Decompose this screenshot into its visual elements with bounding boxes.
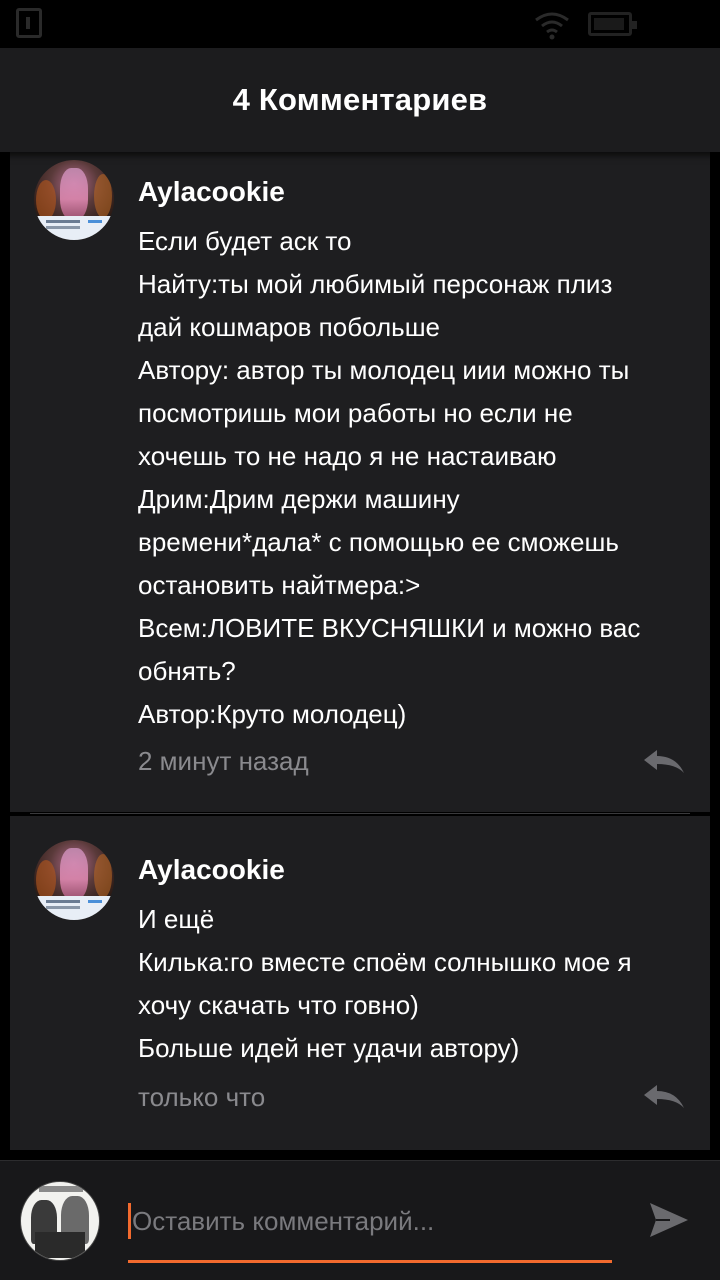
comment-line: Если будет аск то — [138, 226, 352, 256]
comment-line: посмотришь мои работы но если не — [138, 398, 573, 428]
current-user-avatar[interactable] — [20, 1181, 100, 1261]
comment-line: хочу скачать что говно) — [138, 990, 419, 1020]
comment-line: Всем:ЛОВИТЕ ВКУСНЯШКИ и можно вас — [138, 613, 641, 643]
comment-text: Если будет аск то Найту:ты мой любимый п… — [138, 220, 698, 736]
comment-divider — [30, 813, 690, 814]
battery-icon — [588, 12, 637, 36]
send-icon[interactable] — [648, 1201, 690, 1239]
avatar[interactable] — [34, 160, 114, 240]
comment-line: Дрим:Дрим держи машину — [138, 484, 460, 514]
comment-timestamp: 2 минут назад — [138, 746, 309, 776]
comment-line: Автор:Круто молодец) — [138, 699, 407, 729]
comment-line: обнять? — [138, 656, 236, 686]
comment-card: Aylacookie Если будет аск то Найту:ты мо… — [10, 152, 710, 812]
comment-line: хочешь то не надо я не настаиваю — [138, 441, 557, 471]
comment-author[interactable]: Aylacookie — [138, 854, 285, 886]
comment-text: И ещё Килька:го вместе споём солнышко мо… — [138, 898, 698, 1070]
wifi-icon — [535, 12, 569, 40]
comment-timestamp: только что — [138, 1082, 266, 1112]
comment-line: Найту:ты мой любимый персонаж плиз — [138, 269, 613, 299]
page-title: 4 Комментариев — [232, 82, 488, 117]
comment-composer — [0, 1160, 720, 1280]
comment-input-wrapper[interactable] — [128, 1193, 612, 1263]
comment-line: Килька:го вместе споём солнышко мое я — [138, 947, 632, 977]
comment-line: И ещё — [138, 904, 215, 934]
reply-arrow-icon[interactable] — [642, 1084, 686, 1110]
comment-card: Aylacookie И ещё Килька:го вместе споём … — [10, 816, 710, 1150]
comment-line: остановить найтмера:> — [138, 570, 421, 600]
text-cursor — [128, 1203, 131, 1239]
comment-line: времени*дала* с помощью ее сможешь — [138, 527, 619, 557]
status-bar — [0, 0, 720, 48]
comment-line: дай кошмаров побольше — [138, 312, 441, 342]
comment-line: Автору: автор ты молодец иии можно ты — [138, 355, 630, 385]
avatar[interactable] — [34, 840, 114, 920]
comment-input[interactable] — [132, 1201, 608, 1241]
sim-card-icon — [16, 8, 42, 38]
comment-author[interactable]: Aylacookie — [138, 176, 285, 208]
reply-arrow-icon[interactable] — [642, 749, 686, 775]
comments-header: 4 Комментариев — [0, 48, 720, 152]
comment-line: Больше идей нет удачи автору) — [138, 1033, 520, 1063]
